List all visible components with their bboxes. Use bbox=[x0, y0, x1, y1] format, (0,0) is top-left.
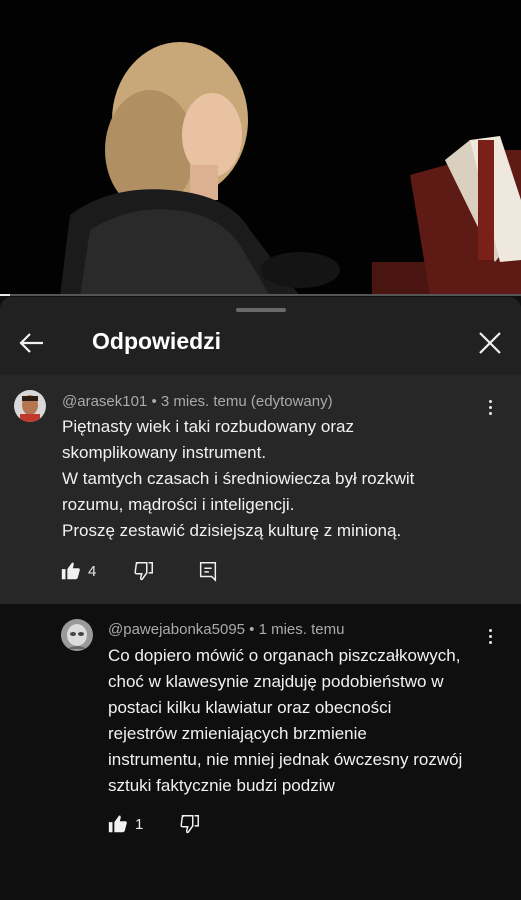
comment-line: rozumu, mądrości i inteligencji. bbox=[62, 495, 295, 514]
reply-line: rejestrów zmieniających brzmienie bbox=[108, 724, 367, 743]
video-frame bbox=[0, 0, 521, 296]
reply-time: 1 mies. temu bbox=[258, 621, 345, 638]
avatar-image bbox=[14, 390, 46, 422]
comment-more-button[interactable] bbox=[480, 395, 500, 419]
reply-meta: @pawejabonka5095 • 1 mies. temu bbox=[108, 621, 344, 638]
reply-line: choć w klawesynie znajduję podobieństwo … bbox=[108, 672, 444, 691]
reply-author[interactable]: @pawejabonka5095 bbox=[108, 621, 245, 638]
meta-separator: • bbox=[147, 393, 161, 410]
thumb-up-icon bbox=[108, 815, 127, 833]
dislike-button[interactable] bbox=[133, 560, 155, 582]
reply-button[interactable] bbox=[197, 560, 219, 582]
video-progress-bar[interactable] bbox=[0, 294, 521, 296]
reply-line: Co dopiero mówić o organach piszczałkowy… bbox=[108, 646, 461, 665]
replies-list: @pawejabonka5095 • 1 mies. temu Co dopie… bbox=[0, 604, 521, 900]
comment-time: 3 mies. temu (edytowany) bbox=[160, 393, 333, 410]
comment-text: Piętnasty wiek i taki rozbudowany oraz s… bbox=[62, 414, 414, 544]
close-icon bbox=[479, 332, 501, 354]
like-button[interactable]: 4 bbox=[60, 560, 96, 582]
avatar[interactable] bbox=[14, 390, 46, 422]
like-count: 4 bbox=[88, 562, 97, 580]
thumb-down-icon bbox=[134, 562, 153, 581]
like-count: 1 bbox=[135, 815, 144, 833]
video-progress-fill bbox=[0, 294, 11, 296]
back-button[interactable] bbox=[16, 327, 48, 359]
sheet-title: Odpowiedzi bbox=[92, 328, 222, 354]
thumb-up-icon bbox=[61, 562, 80, 580]
like-button[interactable]: 1 bbox=[107, 813, 143, 835]
comment-line: Proszę zestawić dzisiejszą kulturę z min… bbox=[62, 521, 402, 540]
replies-sheet: Odpowiedzi @arasek101 • 3 mies. temu (ed… bbox=[0, 297, 521, 900]
drag-handle[interactable] bbox=[236, 308, 286, 312]
thumb-down-icon bbox=[180, 815, 199, 834]
comment-line: Piętnasty wiek i taki rozbudowany oraz bbox=[62, 417, 354, 436]
reply-line: postaci kilku klawiatur oraz obecności bbox=[108, 698, 392, 717]
avatar-image bbox=[61, 619, 93, 651]
comment-line: W tamtych czasach i średniowiecza był ro… bbox=[62, 469, 415, 488]
top-comment: @arasek101 • 3 mies. temu (edytowany) Pi… bbox=[0, 375, 521, 604]
dislike-button[interactable] bbox=[179, 813, 201, 835]
comment-meta: @arasek101 • 3 mies. temu (edytowany) bbox=[62, 393, 333, 410]
avatar[interactable] bbox=[61, 619, 93, 651]
close-button[interactable] bbox=[474, 327, 506, 359]
reply-line: sztuki faktycznie budzi podziw bbox=[108, 776, 335, 795]
comment-line: skomplikowany instrument. bbox=[62, 443, 267, 462]
reply-line: instrumentu, nie mniej jednak ówczesny r… bbox=[108, 750, 463, 769]
reply-more-button[interactable] bbox=[480, 624, 500, 648]
reply-text: Co dopiero mówić o organach piszczałkowy… bbox=[108, 643, 462, 799]
sheet-header: Odpowiedzi bbox=[0, 315, 521, 373]
back-arrow-icon bbox=[19, 333, 43, 353]
reply-icon bbox=[199, 562, 217, 582]
meta-separator: • bbox=[245, 621, 259, 638]
comment-author[interactable]: @arasek101 bbox=[62, 393, 147, 410]
video-player[interactable] bbox=[0, 0, 521, 296]
